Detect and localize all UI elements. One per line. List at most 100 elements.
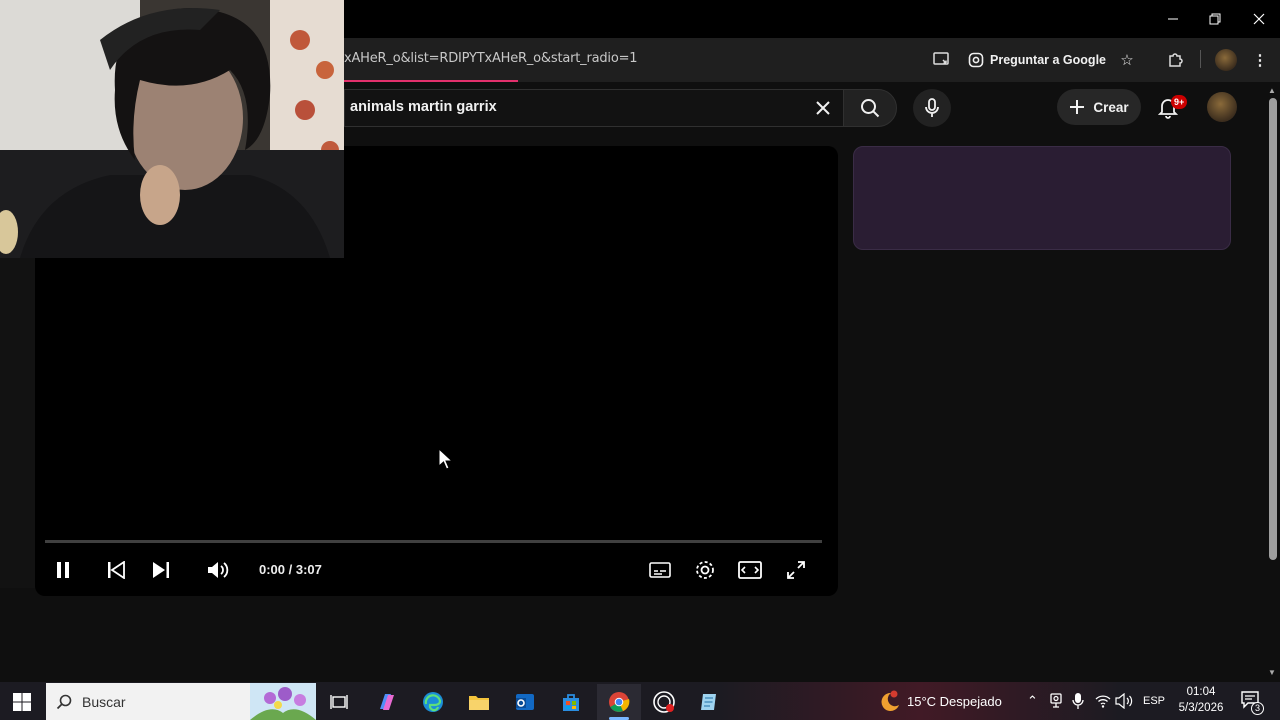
scroll-up-arrow[interactable]: ▲ — [1268, 86, 1276, 95]
ask-google-button[interactable]: Preguntar a Google — [962, 46, 1116, 74]
theater-icon — [738, 561, 762, 579]
subtitles-button[interactable] — [645, 555, 675, 585]
more-vert-icon: ⋮ — [1252, 52, 1268, 69]
search-icon — [861, 99, 880, 118]
edge-icon — [423, 692, 443, 712]
time-display: 0:00 / 3:07 — [259, 562, 322, 577]
webcam-tray-icon[interactable] — [1049, 693, 1063, 714]
task-view-icon — [330, 695, 348, 709]
settings-button[interactable] — [690, 555, 720, 585]
wifi-icon — [1095, 695, 1111, 708]
toolbar-divider — [1200, 50, 1201, 68]
microphone-tray-icon[interactable] — [1072, 692, 1084, 715]
pause-button[interactable] — [48, 555, 78, 585]
chrome-app[interactable] — [603, 686, 635, 718]
start-button[interactable] — [6, 686, 38, 718]
weather-text[interactable]: 15°C Despejado — [907, 694, 1002, 709]
skip-previous-icon — [108, 561, 125, 579]
create-label: Crear — [1093, 99, 1129, 115]
gear-icon — [696, 561, 714, 579]
address-bar-url[interactable]: xAHeR_o&list=RDIPYTxAHeR_o&start_radio=1 — [344, 51, 638, 66]
volume-button[interactable] — [203, 555, 233, 585]
plus-icon — [1070, 100, 1085, 114]
cast-button[interactable] — [930, 48, 954, 72]
chrome-icon — [609, 692, 630, 712]
sidebar-ad-placeholder — [853, 146, 1231, 250]
minimize-button[interactable] — [1151, 0, 1195, 38]
microsoft-store-app[interactable] — [555, 686, 587, 718]
video-progress-bar[interactable] — [45, 540, 822, 543]
restore-icon — [1209, 13, 1221, 25]
edge-app[interactable] — [417, 686, 449, 718]
profile-avatar[interactable] — [1215, 49, 1237, 71]
store-icon — [563, 694, 579, 711]
copilot-app[interactable] — [371, 686, 403, 718]
restore-button[interactable] — [1193, 0, 1237, 38]
taskbar-search[interactable]: Buscar — [46, 683, 316, 720]
skip-next-icon — [153, 562, 169, 578]
close-icon — [816, 101, 830, 115]
minimize-icon — [1168, 18, 1178, 20]
obs-app[interactable] — [648, 686, 680, 718]
search-query[interactable]: animals martin garrix — [350, 99, 497, 115]
scroll-down-arrow[interactable]: ▼ — [1268, 668, 1276, 677]
outlook-app[interactable] — [509, 686, 541, 718]
language-indicator[interactable]: ESP — [1143, 695, 1165, 707]
notepad-icon — [701, 694, 716, 710]
close-window-button[interactable] — [1237, 0, 1280, 38]
weather-widget[interactable] — [877, 690, 901, 717]
account-avatar[interactable] — [1207, 92, 1237, 122]
close-icon — [1253, 13, 1265, 25]
notification-badge: 9+ — [1171, 95, 1188, 109]
next-button[interactable] — [146, 555, 176, 585]
clear-search-button[interactable] — [808, 93, 838, 123]
show-hidden-icons-button[interactable]: ⌃ — [1027, 693, 1038, 709]
ask-google-label: Preguntar a Google — [990, 53, 1106, 67]
microphone-icon — [925, 98, 939, 117]
file-explorer-app[interactable] — [463, 686, 495, 718]
fullscreen-icon — [787, 561, 805, 579]
volume-icon — [208, 562, 229, 578]
wifi-tray-icon[interactable] — [1095, 693, 1111, 714]
copilot-icon — [380, 694, 394, 710]
theater-mode-button[interactable] — [735, 555, 765, 585]
bookmark-button[interactable]: ☆ — [1115, 48, 1139, 72]
folder-icon — [469, 696, 489, 710]
page-background-left — [0, 258, 35, 588]
notification-count-badge: 3 — [1251, 702, 1264, 715]
taskbar-search-placeholder: Buscar — [82, 693, 126, 710]
obs-icon — [653, 691, 675, 713]
browser-menu-button[interactable]: ⋮ — [1248, 48, 1272, 72]
chevron-up-icon: ⌃ — [1027, 693, 1038, 708]
task-view-button[interactable] — [323, 686, 355, 718]
volume-tray-icon[interactable] — [1115, 692, 1133, 714]
webcam-feed-image — [0, 0, 344, 258]
previous-button[interactable] — [101, 555, 131, 585]
weather-moon-icon — [881, 690, 899, 711]
windows-logo-icon — [13, 693, 31, 711]
pause-icon — [57, 562, 69, 578]
google-lens-icon — [968, 52, 984, 68]
clock-date: 5/3/2026 — [1178, 702, 1224, 714]
outlook-icon — [516, 694, 534, 710]
clock-time: 01:04 — [1186, 686, 1216, 698]
voice-search-button[interactable] — [913, 89, 951, 127]
speaker-icon — [1115, 692, 1133, 710]
cursor-arrow-icon — [438, 447, 454, 470]
fullscreen-button[interactable] — [781, 555, 811, 585]
search-highlight-flowers-icon — [250, 683, 316, 720]
camera-icon — [1050, 693, 1062, 708]
puzzle-icon — [1169, 53, 1183, 67]
search-icon — [56, 694, 72, 709]
extensions-button[interactable] — [1163, 48, 1187, 72]
webcam-overlay — [0, 0, 344, 258]
search-button[interactable] — [843, 89, 897, 127]
microphone-icon — [1072, 693, 1084, 709]
scrollbar-thumb[interactable] — [1269, 98, 1277, 560]
star-icon: ☆ — [1120, 52, 1134, 69]
clock[interactable]: 01:04 5/3/2026 — [1172, 685, 1230, 716]
subtitles-icon — [649, 562, 671, 578]
install-app-icon — [933, 52, 949, 65]
create-button[interactable]: Crear — [1057, 89, 1141, 125]
mouse-cursor — [438, 447, 454, 475]
